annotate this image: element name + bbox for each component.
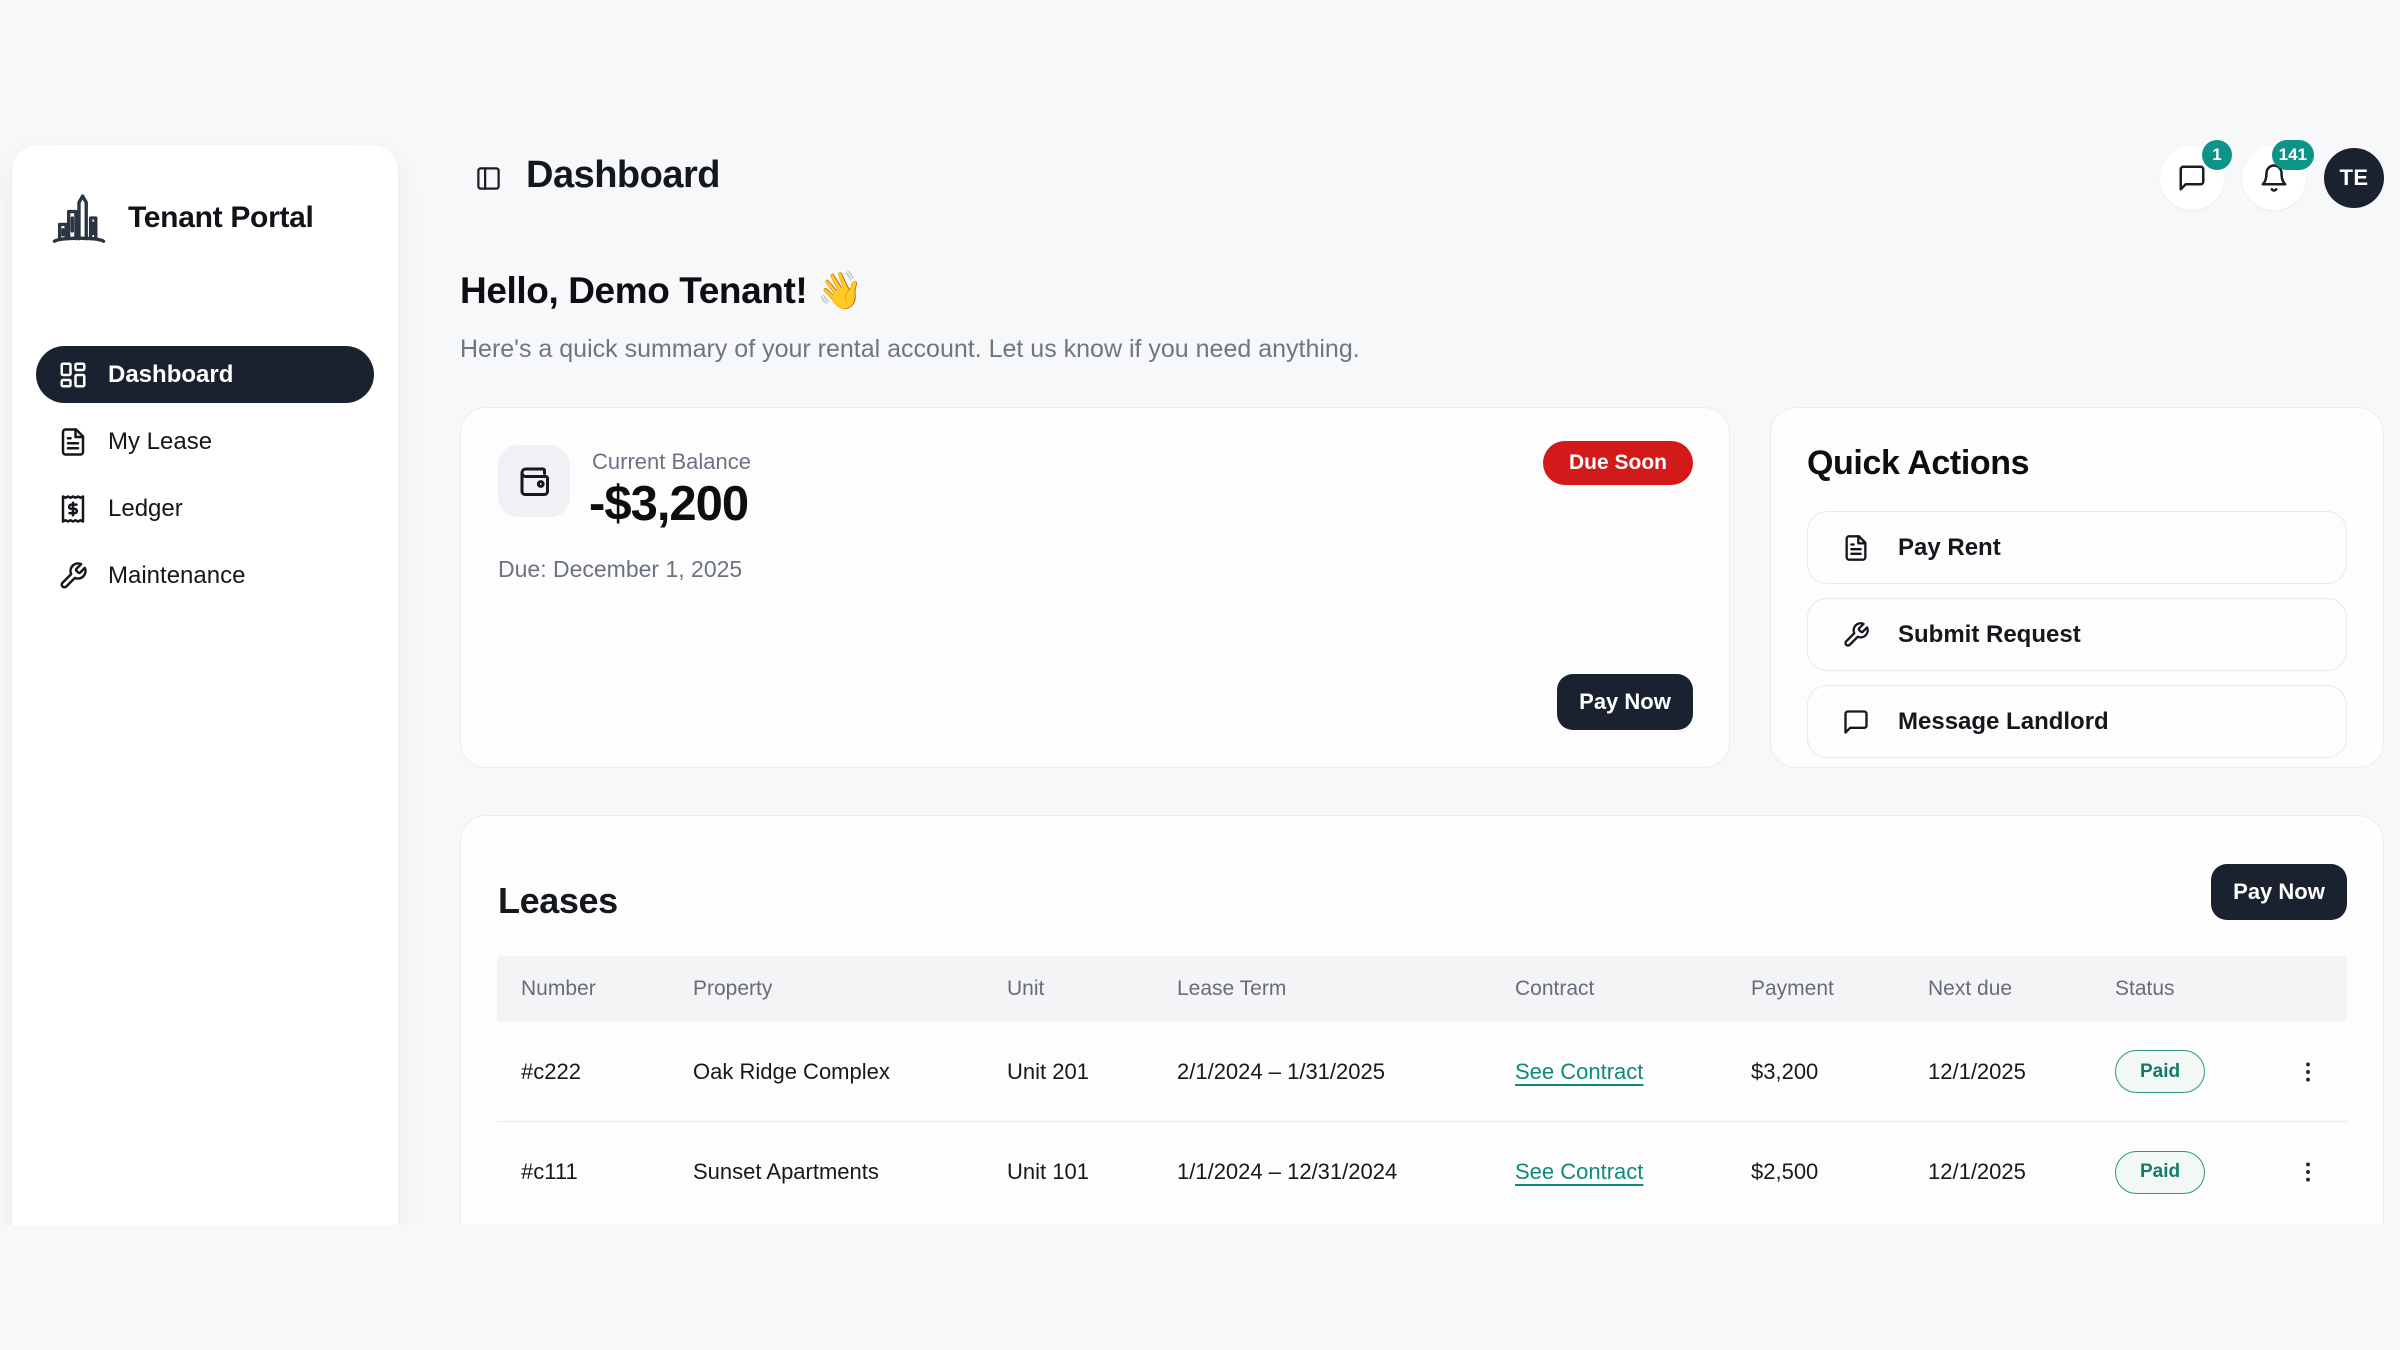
main-header: Dashboard 1 141 TE (460, 146, 2384, 210)
wrench-icon (58, 561, 88, 591)
header-actions: 1 141 TE (2160, 146, 2384, 210)
greeting-subtitle: Here's a quick summary of your rental ac… (460, 335, 1360, 364)
message-landlord-button[interactable]: Message Landlord (1807, 685, 2347, 758)
sidebar: Tenant Portal Dashboard My Lease (12, 145, 398, 1225)
receipt-icon (58, 494, 88, 524)
more-vertical-icon (2295, 1159, 2321, 1185)
col-payment: Payment (1727, 977, 1904, 1001)
cell-next-due: 12/1/2025 (1904, 1159, 2091, 1185)
cell-property: Oak Ridge Complex (669, 1059, 983, 1085)
action-label: Submit Request (1898, 621, 2081, 649)
file-text-icon (1842, 534, 1870, 562)
pay-now-button[interactable]: Pay Now (1557, 674, 1693, 730)
sidebar-item-maintenance[interactable]: Maintenance (36, 547, 374, 604)
sidebar-item-my-lease[interactable]: My Lease (36, 413, 374, 470)
page-title: Dashboard (526, 154, 720, 197)
skyline-logo-icon (48, 187, 110, 249)
cell-term: 2/1/2024 – 1/31/2025 (1153, 1059, 1491, 1085)
app-title: Tenant Portal (128, 201, 314, 235)
leases-title: Leases (498, 880, 618, 922)
cell-next-due: 12/1/2025 (1904, 1059, 2091, 1085)
sidebar-toggle-icon[interactable] (470, 160, 506, 196)
more-vertical-icon (2295, 1059, 2321, 1085)
submit-request-button[interactable]: Submit Request (1807, 598, 2347, 671)
action-label: Pay Rent (1898, 534, 2001, 562)
sidebar-item-label: My Lease (108, 428, 212, 456)
quick-actions-list: Pay Rent Submit Request Message Landlord (1807, 511, 2347, 758)
notifications-count-badge: 141 (2272, 140, 2314, 170)
balance-card: Current Balance -$3,200 Due Soon Due: De… (460, 407, 1730, 768)
due-date-text: Due: December 1, 2025 (498, 556, 742, 583)
col-status: Status (2091, 977, 2267, 1001)
leases-header: Leases Pay Now (497, 852, 2347, 932)
sidebar-item-dashboard[interactable]: Dashboard (36, 346, 374, 403)
sidebar-item-label: Dashboard (108, 361, 233, 389)
col-lease-term: Lease Term (1153, 977, 1491, 1001)
table-row: #c222 Oak Ridge Complex Unit 201 2/1/202… (497, 1022, 2347, 1122)
status-badge: Paid (2115, 1050, 2205, 1093)
balance-amount: -$3,200 (589, 476, 748, 532)
greeting-title: Hello, Demo Tenant! 👋 (460, 270, 1360, 313)
cell-unit: Unit 101 (983, 1159, 1153, 1185)
file-text-icon (58, 427, 88, 457)
sidebar-nav: Dashboard My Lease Ledger (36, 346, 374, 604)
balance-label: Current Balance (592, 449, 751, 475)
action-label: Message Landlord (1898, 708, 2109, 736)
cell-number: #c222 (497, 1059, 669, 1085)
sidebar-item-ledger[interactable]: Ledger (36, 480, 374, 537)
cell-payment: $2,500 (1727, 1159, 1904, 1185)
cell-number: #c111 (497, 1159, 669, 1185)
see-contract-link[interactable]: See Contract (1515, 1159, 1643, 1185)
wallet-icon (516, 463, 552, 499)
col-unit: Unit (983, 977, 1153, 1001)
row-menu-button[interactable] (2267, 1159, 2347, 1185)
wave-emoji: 👋 (817, 270, 863, 311)
cell-payment: $3,200 (1727, 1059, 1904, 1085)
leases-table-header: Number Property Unit Lease Term Contract… (497, 956, 2347, 1022)
app-viewport: Tenant Portal Dashboard My Lease (0, 0, 2400, 1225)
pay-rent-button[interactable]: Pay Rent (1807, 511, 2347, 584)
table-row: #c111 Sunset Apartments Unit 101 1/1/202… (497, 1122, 2347, 1222)
notifications-button[interactable]: 141 (2242, 146, 2306, 210)
message-icon (1842, 708, 1870, 736)
quick-actions-card: Quick Actions Pay Rent Submit Request (1770, 407, 2384, 768)
col-number: Number (497, 977, 669, 1001)
quick-actions-title: Quick Actions (1807, 444, 2347, 483)
col-contract: Contract (1491, 977, 1727, 1001)
cell-unit: Unit 201 (983, 1059, 1153, 1085)
cell-term: 1/1/2024 – 12/31/2024 (1153, 1159, 1491, 1185)
wrench-icon (1842, 621, 1870, 649)
cell-property: Sunset Apartments (669, 1159, 983, 1185)
leases-card: Leases Pay Now Number Property Unit Leas… (460, 815, 2384, 1225)
wallet-icon-tile (498, 445, 570, 517)
avatar[interactable]: TE (2324, 148, 2384, 208)
col-next-due: Next due (1904, 977, 2091, 1001)
layout-dashboard-icon (58, 360, 88, 390)
col-property: Property (669, 977, 983, 1001)
row-menu-button[interactable] (2267, 1059, 2347, 1085)
greeting: Hello, Demo Tenant! 👋 Here's a quick sum… (460, 270, 1360, 364)
messages-count-badge: 1 (2202, 140, 2232, 170)
brand: Tenant Portal (36, 185, 374, 251)
leases-pay-now-button[interactable]: Pay Now (2211, 864, 2347, 920)
chat-icon (2177, 163, 2207, 193)
sidebar-item-label: Ledger (108, 495, 183, 523)
sidebar-item-label: Maintenance (108, 562, 245, 590)
see-contract-link[interactable]: See Contract (1515, 1059, 1643, 1085)
due-soon-badge: Due Soon (1543, 441, 1693, 485)
status-badge: Paid (2115, 1151, 2205, 1194)
messages-button[interactable]: 1 (2160, 146, 2224, 210)
